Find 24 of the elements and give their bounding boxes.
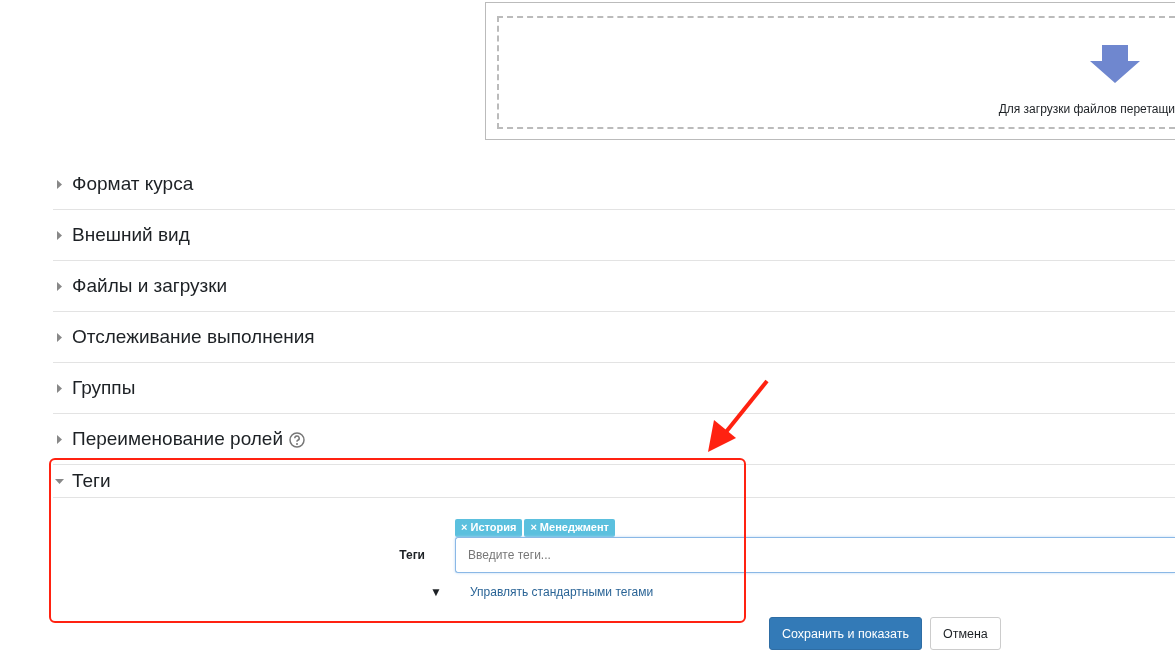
caret-right-icon: [55, 281, 64, 291]
caret-right-icon: [55, 230, 64, 240]
section-toggle[interactable]: Группы: [53, 377, 136, 399]
caret-right-icon: [55, 383, 64, 393]
manage-tags-link[interactable]: Управлять стандартными тегами: [470, 585, 654, 599]
section-toggle[interactable]: Теги: [53, 470, 111, 492]
save-button[interactable]: Сохранить и показать: [769, 617, 922, 650]
section-toggle[interactable]: Переименование ролей: [53, 428, 284, 450]
section-toggle[interactable]: Отслеживание выполнения: [53, 326, 315, 348]
section-toggle[interactable]: Внешний вид: [53, 224, 190, 246]
section-toggle[interactable]: Файлы и загрузки: [53, 275, 228, 297]
help-icon[interactable]: [289, 432, 306, 448]
caret-right-icon: [55, 434, 64, 444]
caret-right-icon: [55, 332, 64, 342]
caret-right-icon: [55, 179, 64, 189]
drop-zone[interactable]: Для загрузки файлов перетащи: [497, 16, 1175, 129]
dropdown-toggle[interactable]: ▼: [430, 585, 442, 599]
section-toggle[interactable]: Формат курса: [53, 173, 194, 195]
drop-hint: Для загрузки файлов перетащи: [998, 102, 1175, 116]
arrow-down-icon: [1090, 45, 1140, 85]
tags-input[interactable]: Введите теги...: [455, 537, 1175, 573]
field-label: Теги: [398, 548, 426, 562]
caret-down-icon: [55, 476, 64, 486]
cancel-button[interactable]: Отмена: [929, 617, 1001, 650]
